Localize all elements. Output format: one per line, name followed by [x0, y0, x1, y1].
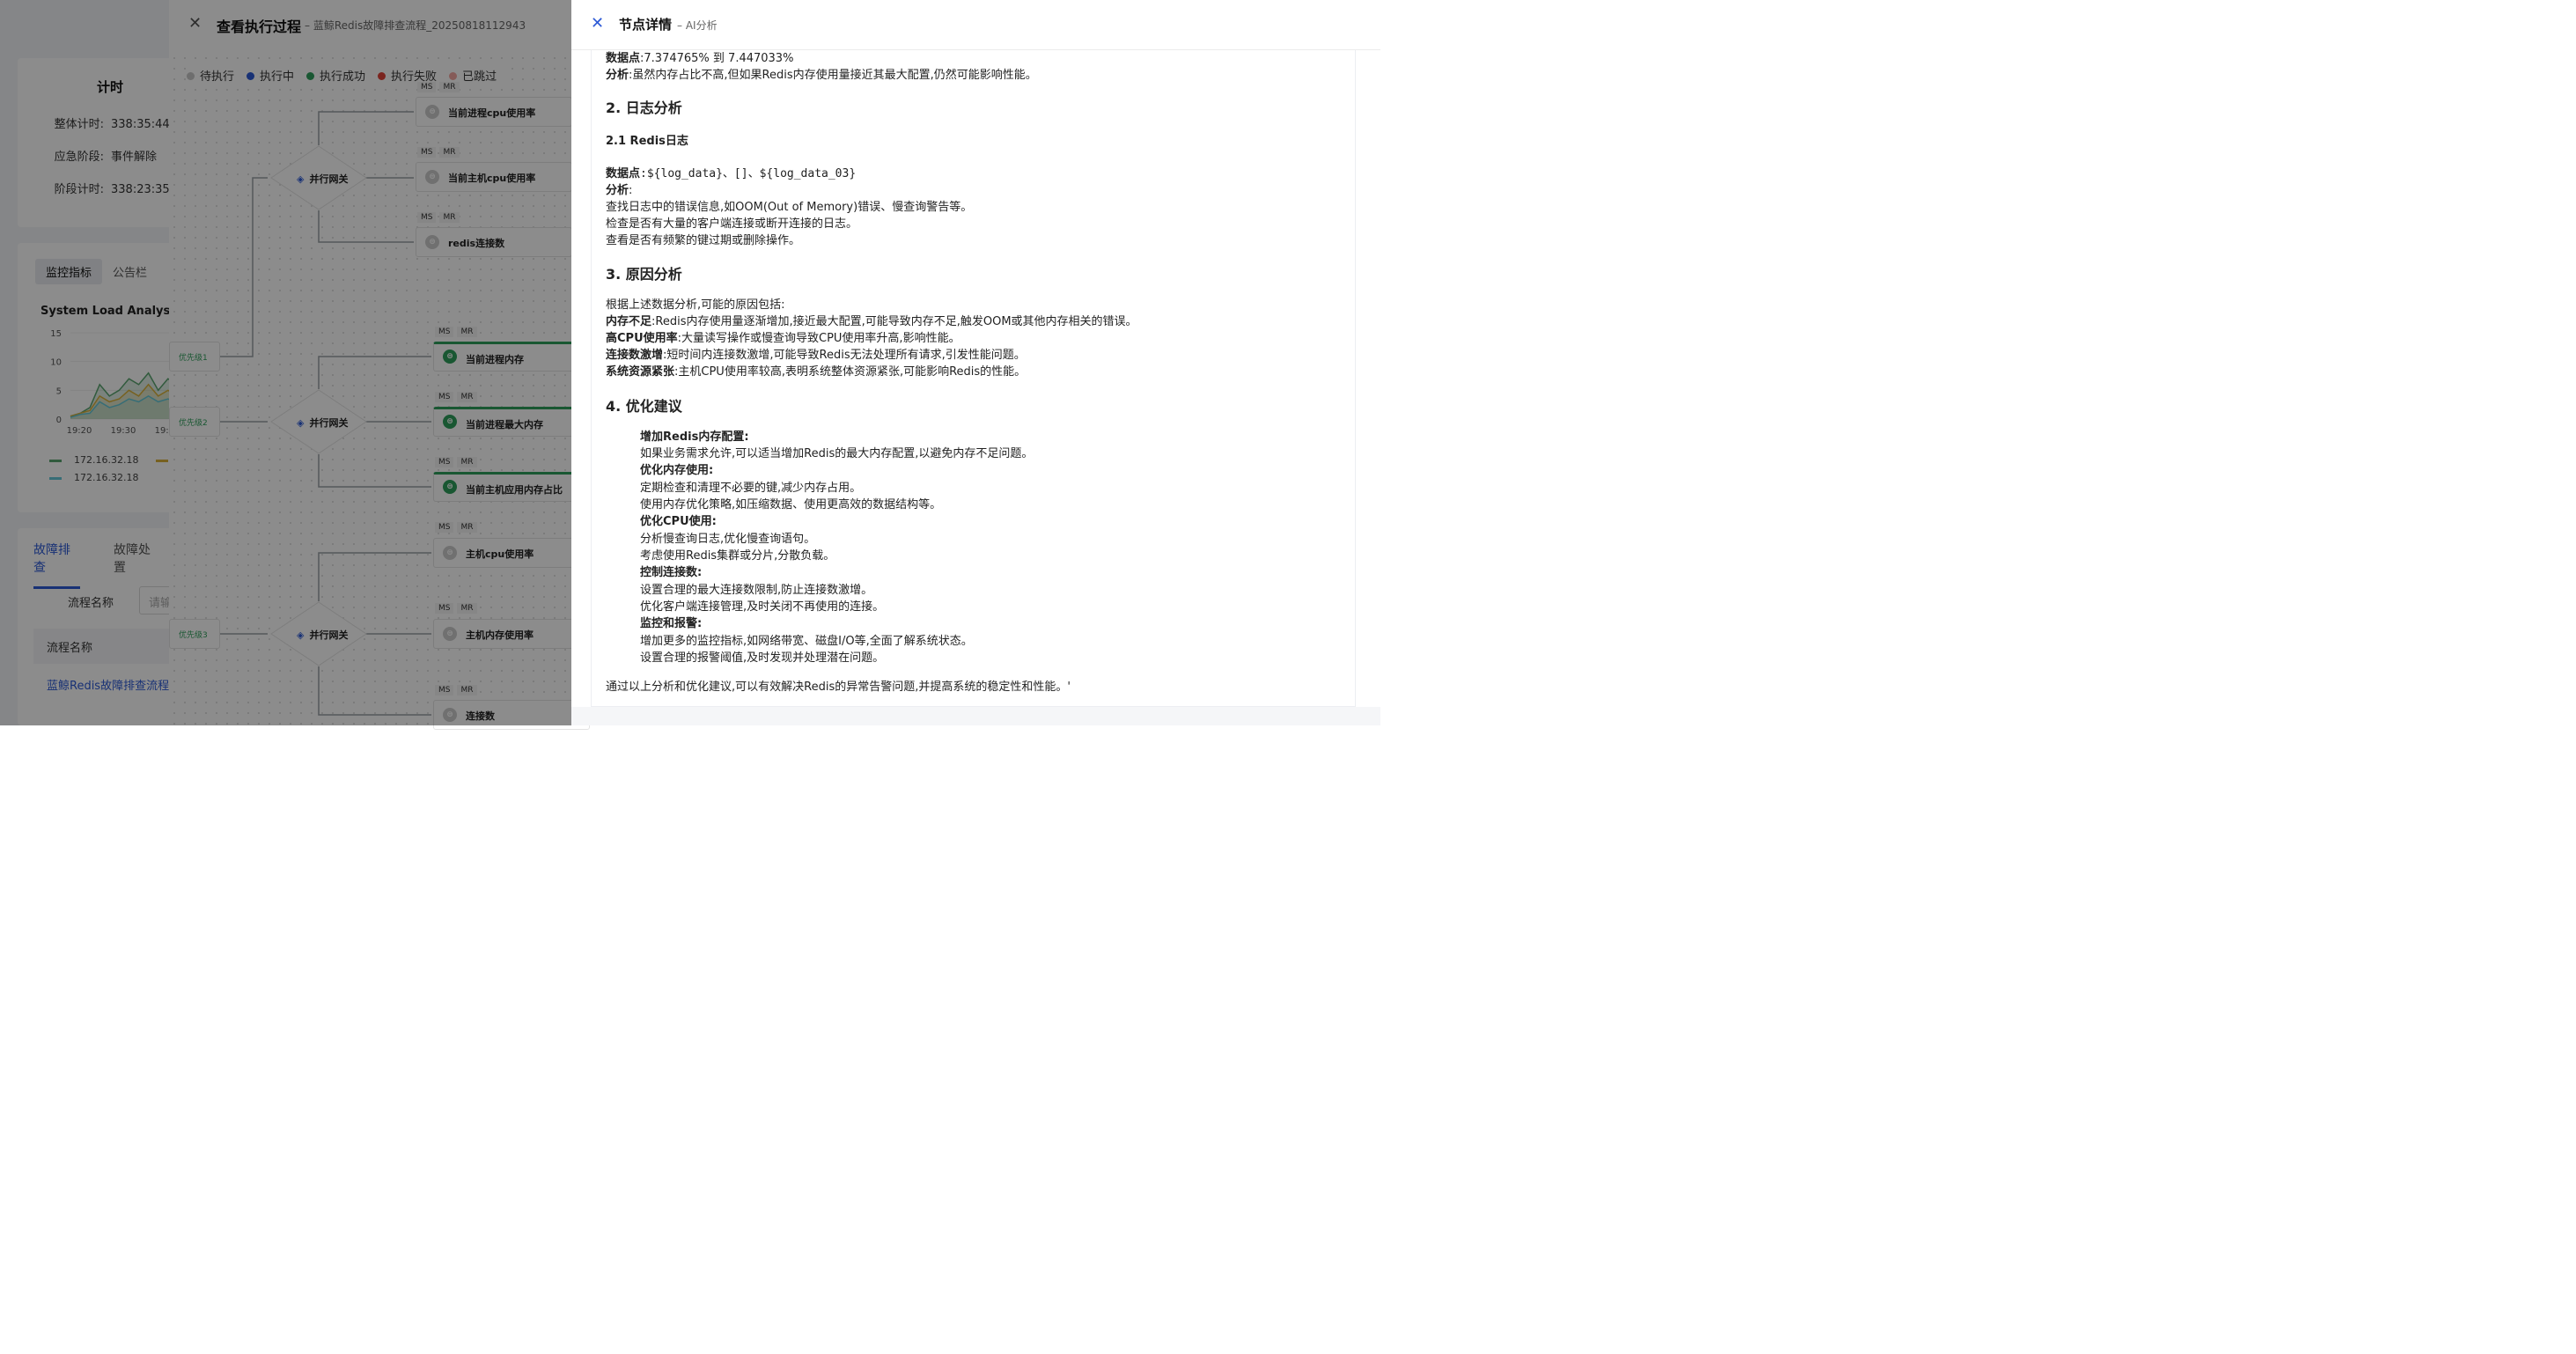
cause-key: 连接数激增	[606, 349, 664, 362]
cause-resources: 系统资源紧张:主机CPU使用率较高,表明系统整体资源紧张,可能影响Redis的性…	[606, 362, 1026, 379]
opt-memory-config-title: 增加Redis内存配置:	[640, 430, 749, 444]
heading-redis-log: 2.1 Redis日志	[606, 135, 688, 148]
log-item-1: 查找日志中的错误信息,如OOM(Out of Memory)错误、慢查询警告等。	[606, 201, 973, 214]
opt-memory-usage-item-1: 定期检查和清理不必要的键,减少内存占用。	[640, 482, 862, 495]
detail-title: 节点详情	[619, 17, 673, 33]
opt-monitor-item-2: 设置合理的报警阈值,及时发现并处理潜在问题。	[640, 651, 885, 665]
node-detail-drawer: ✕ 节点详情 – AI分析 数据点:7.374765% 到 7.447033% …	[571, 0, 1380, 725]
log-analysis-line: 分析:	[606, 180, 632, 197]
line-key: 分析	[606, 184, 629, 197]
analysis-line: 分析:虽然内存占比不高,但如果Redis内存使用量接近其最大配置,仍然可能影响性…	[606, 65, 1037, 82]
opt-memory-config-item: 如果业务需求允许,可以适当增加Redis的最大内存配置,以避免内存不足问题。	[640, 447, 1034, 460]
line-key: 分析	[606, 69, 629, 82]
line-key: 数据点	[606, 167, 641, 180]
heading-cause-analysis: 3. 原因分析	[606, 266, 682, 283]
cause-value: :大量读写操作或慢查询导致CPU使用率升高,影响性能。	[677, 332, 960, 345]
cause-cpu: 高CPU使用率:大量读写操作或慢查询导致CPU使用率升高,影响性能。	[606, 328, 960, 345]
heading-log-analysis: 2. 日志分析	[606, 99, 682, 116]
cause-value: :短时间内连接数激增,可能导致Redis无法处理所有请求,引发性能问题。	[663, 349, 1026, 362]
opt-cpu-item-1: 分析慢查询日志,优化慢查询语句。	[640, 533, 816, 546]
detail-header: ✕ 节点详情 – AI分析	[571, 0, 1380, 50]
opt-key: 优化内存使用	[640, 464, 710, 477]
opt-key: 监控和报警	[640, 617, 698, 630]
close-icon[interactable]: ✕	[591, 14, 604, 33]
opt-key: 增加Redis内存配置	[640, 430, 745, 444]
drawer-footer	[571, 707, 1380, 725]
line-key: 数据点	[606, 52, 641, 65]
cause-key: 系统资源紧张	[606, 365, 675, 379]
line-value: :虽然内存占比不高,但如果Redis内存使用量接近其最大配置,仍然可能影响性能。	[629, 69, 1037, 82]
opt-cpu-item-2: 考虑使用Redis集群或分片,分散负载。	[640, 549, 835, 563]
cause-intro: 根据上述数据分析,可能的原因包括:	[606, 298, 785, 312]
cause-memory: 内存不足:Redis内存使用量逐渐增加,接近最大配置,可能导致内存不足,触发OO…	[606, 312, 1137, 328]
log-item-3: 查看是否有频繁的键过期或删除操作。	[606, 234, 801, 247]
line-value: :${log_data}、[]、${log_data_03}	[640, 167, 857, 180]
log-datapoint-line: 数据点:${log_data}、[]、${log_data_03}	[606, 164, 856, 180]
opt-key: 优化CPU使用	[640, 515, 712, 528]
line-value: :7.374765% 到 7.447033%	[640, 52, 794, 65]
cause-key: 高CPU使用率	[606, 332, 678, 345]
cause-key: 内存不足	[606, 315, 652, 328]
opt-memory-usage-title: 优化内存使用:	[640, 464, 714, 477]
log-item-2: 检查是否有大量的客户端连接或断开连接的日志。	[606, 217, 858, 231]
opt-memory-usage-item-2: 使用内存优化策略,如压缩数据、使用更高效的数据结构等。	[640, 498, 942, 511]
detail-subtitle: – AI分析	[677, 19, 718, 32]
opt-conn-item-2: 优化客户端连接管理,及时关闭不再使用的连接。	[640, 600, 885, 614]
opt-monitor-item-1: 增加更多的监控指标,如网络带宽、磁盘I/O等,全面了解系统状态。	[640, 635, 973, 648]
opt-cpu-title: 优化CPU使用:	[640, 515, 717, 528]
cause-value: :Redis内存使用量逐渐增加,接近最大配置,可能导致内存不足,触发OOM或其他…	[651, 315, 1137, 328]
opt-conn-title: 控制连接数:	[640, 566, 703, 579]
opt-conn-item-1: 设置合理的最大连接数限制,防止连接数激增。	[640, 584, 873, 597]
datapoint-line: 数据点:7.374765% 到 7.447033%	[606, 48, 793, 65]
line-value: :	[629, 184, 633, 197]
modal-overlay[interactable]	[0, 0, 571, 725]
opt-key: 控制连接数	[640, 566, 698, 579]
opt-monitor-title: 监控和报警:	[640, 617, 703, 630]
heading-optimization: 4. 优化建议	[606, 398, 682, 415]
cause-value: :主机CPU使用率较高,表明系统整体资源紧张,可能影响Redis的性能。	[674, 365, 1027, 379]
conclusion: 通过以上分析和优化建议,可以有效解决Redis的异常告警问题,并提高系统的稳定性…	[606, 681, 1071, 694]
cause-connections: 连接数激增:短时间内连接数激增,可能导致Redis无法处理所有请求,引发性能问题…	[606, 345, 1026, 362]
ai-analysis-content: 数据点:7.374765% 到 7.447033% 分析:虽然内存占比不高,但如…	[591, 50, 1356, 707]
